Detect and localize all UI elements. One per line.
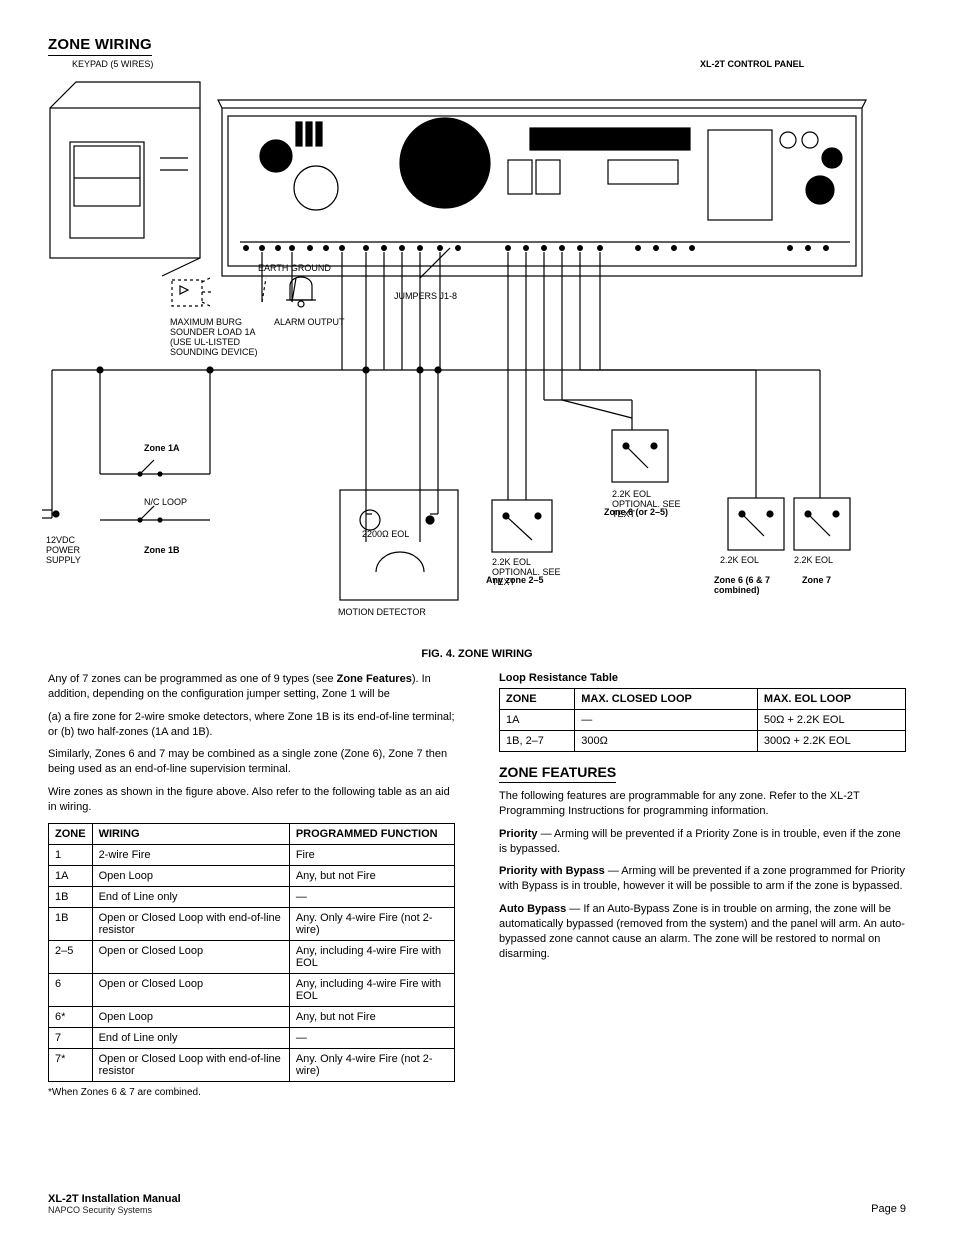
footer-title: XL-2T Installation Manual xyxy=(48,1193,181,1205)
table-cell: 1 xyxy=(49,844,93,865)
footer-sub: NAPCO Security Systems xyxy=(48,1205,181,1215)
table-cell: 300Ω xyxy=(575,731,758,752)
lr-h-eol: MAX. EOL LOOP xyxy=(757,689,905,710)
auto-bypass-block: Auto Bypass — If an Auto-Bypass Zone is … xyxy=(499,902,906,961)
table-cell: 2–5 xyxy=(49,940,93,973)
nc-loop-label: N/C LOOP xyxy=(144,498,187,508)
table-cell: Any, including 4-wire Fire with EOL xyxy=(289,973,454,1006)
zone-7: Zone 7 xyxy=(802,576,831,586)
priority-bypass-block: Priority with Bypass — Arming will be pr… xyxy=(499,864,906,894)
right-column: Loop Resistance Table ZONE MAX. CLOSED L… xyxy=(499,672,906,1107)
auto-bypass-title: Auto Bypass xyxy=(499,903,566,915)
table-cell: Any, including 4-wire Fire with EOL xyxy=(289,940,454,973)
table-cell: 2-wire Fire xyxy=(92,844,289,865)
figure-caption: FIG. 4. ZONE WIRING xyxy=(421,648,532,660)
zw-h-func: PROGRAMMED FUNCTION xyxy=(289,823,454,844)
table-cell: 6 xyxy=(49,973,93,1006)
zw-h-zone: ZONE xyxy=(49,823,93,844)
table-cell: 1A xyxy=(49,865,93,886)
table-cell: Any, but not Fire xyxy=(289,1006,454,1027)
siren-note: MAXIMUM BURG SOUNDER LOAD 1A (USE UL-LIS… xyxy=(170,318,262,358)
keypad-label: KEYPAD (5 WIRES) xyxy=(72,60,153,70)
intro-span-1: Any of 7 zones can be programmed as one … xyxy=(48,673,334,685)
table-cell: Open or Closed Loop xyxy=(92,973,289,1006)
table-cell: Any. Only 4-wire Fire (not 2-wire) xyxy=(289,1048,454,1081)
table-cell: — xyxy=(289,886,454,907)
loop-res-title: Loop Resistance Table xyxy=(499,672,906,684)
panel-label: XL-2T CONTROL PANEL xyxy=(700,60,804,70)
table-cell: 7* xyxy=(49,1048,93,1081)
priority-block: Priority — Arming will be prevented if a… xyxy=(499,827,906,857)
table-cell: 50Ω + 2.2K EOL xyxy=(757,710,905,731)
intro-p1: Any of 7 zones can be programmed as one … xyxy=(48,672,455,702)
zone-6: Zone 6 (or 2–5) xyxy=(604,508,684,518)
loop-resistance-table: ZONE MAX. CLOSED LOOP MAX. EOL LOOP 1A—5… xyxy=(499,688,906,752)
table-cell: 1B xyxy=(49,886,93,907)
table-cell: 1B xyxy=(49,907,93,940)
table-cell: Open or Closed Loop with end-of-line res… xyxy=(92,1048,289,1081)
table-cell: End of Line only xyxy=(92,1027,289,1048)
table-cell: — xyxy=(575,710,758,731)
intro-p3: (a) a fire zone for 2-wire smoke detecto… xyxy=(48,710,455,740)
eol-3: 2.2K EOL xyxy=(794,556,833,566)
zw-h-wire: WIRING xyxy=(92,823,289,844)
detector-label: MOTION DETECTOR xyxy=(338,608,428,618)
zone-features-title: ZONE FEATURES xyxy=(499,764,616,783)
table-cell: Open Loop xyxy=(92,865,289,886)
eol-2: 2.2K EOL xyxy=(720,556,759,566)
table-cell: 6* xyxy=(49,1006,93,1027)
zone-1a: Zone 1A xyxy=(144,444,180,454)
table-cell: — xyxy=(289,1027,454,1048)
zone-2-5: Any zone 2–5 xyxy=(486,576,566,586)
intro-p5: Wire zones as shown in the figure above.… xyxy=(48,785,455,815)
power-label: 12VDC POWER SUPPLY xyxy=(46,536,106,566)
lr-h-closed: MAX. CLOSED LOOP xyxy=(575,689,758,710)
page-number: Page 9 xyxy=(871,1203,906,1215)
zone-6-combined: Zone 6 (6 & 7 combined) xyxy=(714,576,804,596)
priority-title: Priority xyxy=(499,828,538,840)
alarm-label: ALARM OUTPUT xyxy=(274,318,345,328)
zone-table-footnote: *When Zones 6 & 7 are combined. xyxy=(48,1086,455,1100)
table-cell: 7 xyxy=(49,1027,93,1048)
priority-bypass-title: Priority with Bypass xyxy=(499,865,605,877)
earth-label: EARTH GROUND xyxy=(258,264,331,274)
table-cell: 1B, 2–7 xyxy=(500,731,575,752)
zone-1b: Zone 1B xyxy=(144,546,180,556)
intro-span-2: Zone Features xyxy=(337,673,412,685)
table-cell: Open Loop xyxy=(92,1006,289,1027)
table-cell: End of Line only xyxy=(92,886,289,907)
table-cell: Open or Closed Loop xyxy=(92,940,289,973)
detector-eol: 2200Ω EOL xyxy=(362,530,409,540)
left-column: Any of 7 zones can be programmed as one … xyxy=(48,672,455,1107)
table-cell: 300Ω + 2.2K EOL xyxy=(757,731,905,752)
table-cell: Any. Only 4-wire Fire (not 2-wire) xyxy=(289,907,454,940)
lr-h-zone: ZONE xyxy=(500,689,575,710)
zone-wiring-table: ZONE WIRING PROGRAMMED FUNCTION 12-wire … xyxy=(48,823,455,1082)
zone-features-intro: The following features are programmable … xyxy=(499,789,906,819)
priority-body: Arming will be prevented if a Priority Z… xyxy=(499,828,901,855)
table-cell: Any, but not Fire xyxy=(289,865,454,886)
table-cell: 1A xyxy=(500,710,575,731)
jumper-label: JUMPERS J1-8 xyxy=(394,292,457,302)
wiring-diagram xyxy=(40,70,910,660)
table-cell: Open or Closed Loop with end-of-line res… xyxy=(92,907,289,940)
page-footer: XL-2T Installation Manual NAPCO Security… xyxy=(48,1193,181,1215)
table-cell: Fire xyxy=(289,844,454,865)
intro-p4: Similarly, Zones 6 and 7 may be combined… xyxy=(48,747,455,777)
section-title: ZONE WIRING xyxy=(48,36,152,56)
